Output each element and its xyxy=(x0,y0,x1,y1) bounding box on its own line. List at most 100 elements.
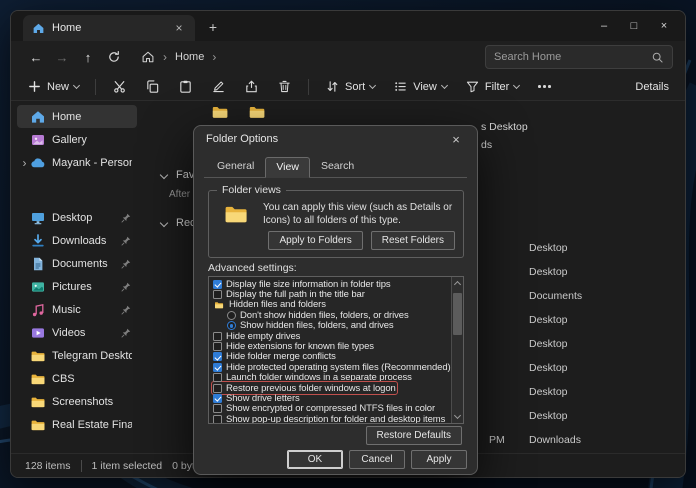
more-options-button[interactable] xyxy=(531,82,558,91)
radio-unselected-icon[interactable] xyxy=(227,311,236,320)
back-button[interactable]: ← xyxy=(23,44,49,70)
checkbox-unchecked-icon[interactable] xyxy=(213,342,222,351)
folder-icon xyxy=(30,348,46,364)
paste-button[interactable] xyxy=(172,76,199,97)
setting-show-pop-up-description-for-folder-and-desktop-items[interactable]: Show pop-up description for folder and d… xyxy=(213,414,447,424)
search-box[interactable] xyxy=(485,45,673,69)
reset-folders-button[interactable]: Reset Folders xyxy=(371,231,455,250)
maximize-button[interactable]: □ xyxy=(619,11,649,41)
checkbox-unchecked-icon[interactable] xyxy=(213,415,222,424)
sidebar-item-real-estate-financ[interactable]: Real Estate Financ xyxy=(17,413,137,436)
setting-label: Show pop-up description for folder and d… xyxy=(226,414,445,424)
sidebar-item-videos[interactable]: Videos xyxy=(17,321,137,344)
ok-button[interactable]: OK xyxy=(287,450,343,469)
setting-display-file-size-information-in-folder-tips[interactable]: Display file size information in folder … xyxy=(213,279,447,289)
sidebar-item-screenshots[interactable]: Screenshots xyxy=(17,390,137,413)
sidebar-item-telegram-desktop[interactable]: Telegram Desktop xyxy=(17,344,137,367)
setting-show-drive-letters[interactable]: Show drive letters xyxy=(213,393,447,403)
sort-button[interactable]: Sort xyxy=(319,76,381,97)
scroll-up-icon[interactable] xyxy=(454,281,461,288)
checkbox-checked-icon[interactable] xyxy=(213,394,222,403)
checkbox-checked-icon[interactable] xyxy=(213,352,222,361)
cancel-button[interactable]: Cancel xyxy=(349,450,405,469)
dialog-tab-view[interactable]: View xyxy=(265,157,310,178)
details-button-label: Details xyxy=(635,81,669,93)
chevron-down-icon xyxy=(441,81,448,88)
setting-show-encrypted-or-compressed-ntfs-files-in-color[interactable]: Show encrypted or compressed NTFS files … xyxy=(213,404,447,414)
breadcrumb-home-icon[interactable] xyxy=(141,50,155,64)
setting-label: Show hidden files, folders, and drives xyxy=(240,320,394,331)
cut-button[interactable] xyxy=(106,76,133,97)
expand-chevron-icon[interactable]: › xyxy=(19,157,30,169)
apply-to-folders-button[interactable]: Apply to Folders xyxy=(268,231,362,250)
setting-hidden-files-and-folders[interactable]: Hidden files and folders xyxy=(213,300,447,310)
tab-home[interactable]: Home × xyxy=(23,15,195,41)
close-button[interactable]: × xyxy=(649,11,679,41)
new-tab-button[interactable]: + xyxy=(201,15,225,39)
setting-inner: Show pop-up description for folder and d… xyxy=(213,414,445,424)
share-button[interactable] xyxy=(238,76,265,97)
setting-label: Hide extensions for known file types xyxy=(226,341,374,352)
checkbox-unchecked-icon[interactable] xyxy=(213,404,222,413)
setting-launch-folder-windows-in-a-separate-process[interactable]: Launch folder windows in a separate proc… xyxy=(213,373,447,383)
setting-display-the-full-path-in-the-title-bar[interactable]: Display the full path in the title bar xyxy=(213,289,447,299)
picture-icon xyxy=(30,279,46,295)
scrollbar-thumb[interactable] xyxy=(453,293,462,335)
filter-button[interactable]: Filter xyxy=(459,76,525,97)
checkbox-checked-icon[interactable] xyxy=(213,363,222,372)
chevron-right-icon: › xyxy=(212,50,216,64)
setting-hide-extensions-for-known-file-types[interactable]: Hide extensions for known file types xyxy=(213,341,447,351)
sidebar-item-gallery[interactable]: Gallery xyxy=(17,128,137,151)
settings-scrollbar[interactable] xyxy=(451,277,463,423)
breadcrumb-home[interactable]: Home xyxy=(175,51,204,63)
setting-label: Launch folder windows in a separate proc… xyxy=(226,372,412,383)
scroll-down-icon[interactable] xyxy=(454,412,461,419)
selection-count: 1 item selected xyxy=(92,460,163,472)
sidebar-item-cbs[interactable]: CBS xyxy=(17,367,137,390)
sidebar-item-music[interactable]: Music xyxy=(17,298,137,321)
setting-hide-empty-drives[interactable]: Hide empty drives xyxy=(213,331,447,341)
restore-defaults-button[interactable]: Restore Defaults xyxy=(366,426,462,445)
refresh-button[interactable] xyxy=(101,44,127,70)
checkbox-unchecked-icon[interactable] xyxy=(213,373,222,382)
video-icon xyxy=(30,325,46,341)
setting-label: Restore previous folder windows at logon xyxy=(226,383,396,394)
dialog-close-icon[interactable]: × xyxy=(447,132,465,147)
sidebar-item-mayank-persona[interactable]: ›Mayank - Persona xyxy=(17,151,137,174)
view-button[interactable]: View xyxy=(387,76,453,97)
search-input[interactable] xyxy=(494,51,645,63)
checkbox-unchecked-icon[interactable] xyxy=(213,290,222,299)
copy-icon xyxy=(145,79,160,94)
dialog-tab-general[interactable]: General xyxy=(206,156,265,177)
delete-button[interactable] xyxy=(271,76,298,97)
folder-icon xyxy=(30,417,46,433)
pin-icon xyxy=(120,258,132,270)
copy-button[interactable] xyxy=(139,76,166,97)
setting-hide-folder-merge-conflicts[interactable]: Hide folder merge conflicts xyxy=(213,352,447,362)
details-pane-button[interactable]: Details xyxy=(623,78,675,96)
setting-show-hidden-files-folders-and-drives[interactable]: Show hidden files, folders, and drives xyxy=(213,321,447,331)
new-button[interactable]: New xyxy=(21,76,85,97)
radio-selected-icon[interactable] xyxy=(227,321,236,330)
sidebar-item-pictures[interactable]: Pictures xyxy=(17,275,137,298)
sidebar-item-label: Home xyxy=(52,111,132,123)
tab-close-icon[interactable]: × xyxy=(172,22,186,34)
checkbox-unchecked-icon[interactable] xyxy=(213,332,222,341)
view-button-label: View xyxy=(413,81,437,93)
dialog-tab-search[interactable]: Search xyxy=(310,156,365,177)
rename-button[interactable] xyxy=(205,76,232,97)
setting-don-t-show-hidden-files-folders-or-drives[interactable]: Don't show hidden files, folders, or dri… xyxy=(213,310,447,320)
sidebar-item-desktop[interactable]: Desktop xyxy=(17,206,137,229)
sidebar-item-home[interactable]: Home xyxy=(17,105,137,128)
toolbar-divider xyxy=(95,79,96,95)
setting-restore-previous-folder-windows-at-logon[interactable]: Restore previous folder windows at logon xyxy=(213,383,447,393)
apply-button[interactable]: Apply xyxy=(411,450,467,469)
checkbox-unchecked-icon[interactable] xyxy=(213,384,222,393)
setting-hide-protected-operating-system-files-recommended[interactable]: Hide protected operating system files (R… xyxy=(213,362,447,372)
sidebar-item-downloads[interactable]: Downloads xyxy=(17,229,137,252)
up-button[interactable]: ↑ xyxy=(75,44,101,70)
sidebar-item-documents[interactable]: Documents xyxy=(17,252,137,275)
minimize-button[interactable]: – xyxy=(589,11,619,41)
forward-button[interactable]: → xyxy=(49,44,75,70)
checkbox-checked-icon[interactable] xyxy=(213,280,222,289)
